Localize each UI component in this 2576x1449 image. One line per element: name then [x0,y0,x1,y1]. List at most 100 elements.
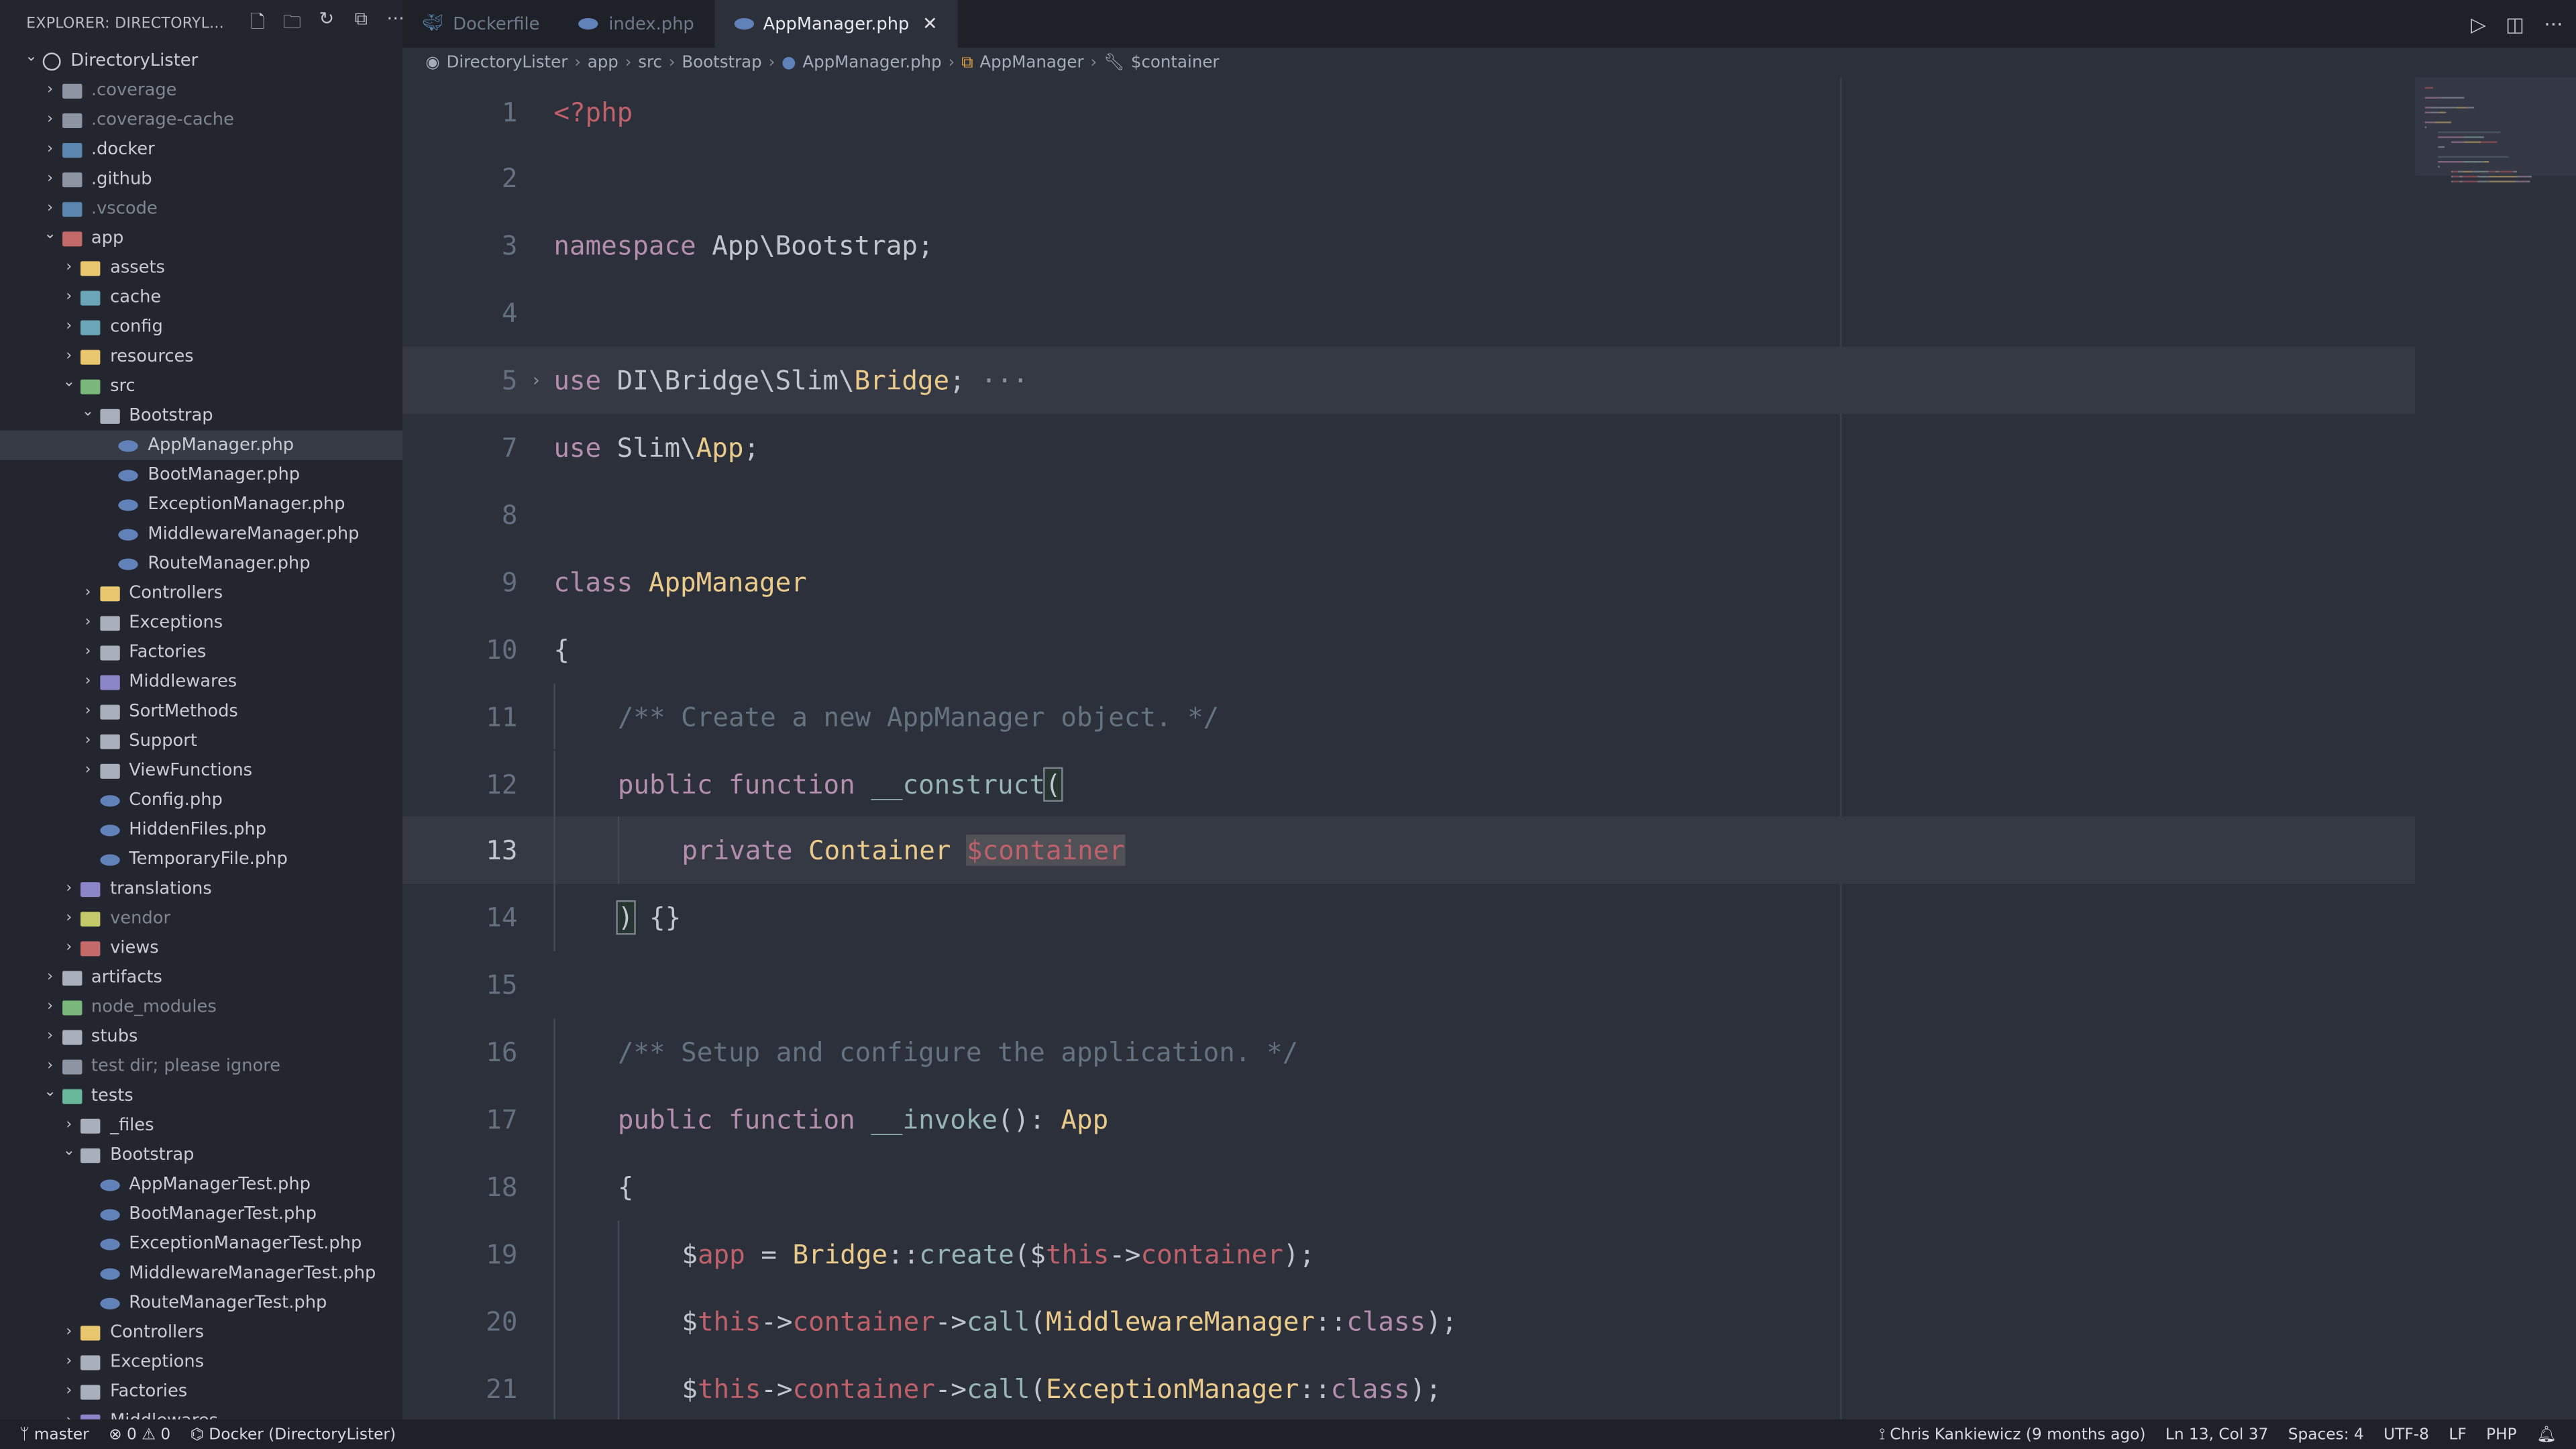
code-line[interactable]: 13 private Container $container [402,817,2416,885]
file-item[interactable]: ExceptionManager.php [0,490,402,519]
folder-item[interactable]: › views [0,933,402,963]
more-icon[interactable]: ··· [2544,12,2563,35]
folder-item[interactable]: › artifacts [0,963,402,992]
file-item[interactable]: AppManager.php [0,430,403,460]
breadcrumb-item[interactable]: src [638,54,662,72]
code-line[interactable]: 16 /** Setup and configure the applicatio… [402,1018,2415,1086]
file-item[interactable]: HiddenFiles.php [0,815,402,845]
code-line[interactable]: 1 <?php [402,78,2415,145]
breadcrumb-item[interactable]: AppManager.php [802,54,941,72]
chevron-right-icon[interactable]: › [61,1117,77,1133]
fold-chevron-icon[interactable]: › [531,370,541,391]
folder-item[interactable]: › Exceptions [0,1347,402,1377]
code-line[interactable]: 9 class AppManager [402,548,2415,615]
code-line[interactable]: 4 [402,280,2415,347]
folder-item[interactable]: › Middlewares [0,667,402,696]
folder-item[interactable]: ⌄ Bootstrap [0,401,402,431]
code-line[interactable]: 5 › use DI\Bridge\Slim\Bridge; ··· [402,346,2416,415]
code-line[interactable]: 19 $app = Bridge::create($this->container… [402,1220,2415,1288]
folder-item[interactable]: › _files [0,1111,402,1140]
file-item[interactable]: AppManagerTest.php [0,1170,402,1199]
refresh-icon[interactable]: ↻ [309,8,343,40]
run-debug-icon[interactable]: ▷ [2471,12,2486,35]
folder-item[interactable]: › Middlewares [0,1406,402,1419]
folder-item[interactable]: › .coverage-cache [0,105,402,135]
code-line[interactable]: 17 public function __invoke(): App [402,1085,2415,1153]
folder-item[interactable]: › stubs [0,1022,402,1051]
file-item[interactable]: BootManagerTest.php [0,1199,402,1229]
new-file-icon[interactable]: 🗋 [240,8,274,40]
close-icon[interactable]: ✕ [922,13,938,35]
file-item[interactable]: Config.php [0,786,402,815]
code-line[interactable]: 15 [402,951,2415,1018]
chevron-right-icon[interactable]: › [61,1383,77,1399]
minimap[interactable] [2415,77,2576,1419]
folder-item[interactable]: › assets [0,253,402,282]
folder-item[interactable]: › .vscode [0,194,402,223]
folder-item[interactable]: › Support [0,726,402,755]
chevron-right-icon[interactable]: › [42,201,58,217]
chevron-right-icon[interactable]: › [80,585,96,601]
chevron-right-icon[interactable]: › [61,881,77,897]
chevron-right-icon[interactable]: › [80,674,96,690]
chevron-right-icon[interactable]: › [42,1058,58,1074]
chevron-right-icon[interactable]: › [61,1324,77,1340]
chevron-right-icon[interactable]: › [61,348,77,364]
folder-item[interactable]: › Controllers [0,1318,402,1347]
folder-item[interactable]: › vendor [0,904,402,933]
folder-item[interactable]: ⌄ src [0,371,402,400]
breadcrumb-item[interactable]: Bootstrap [682,54,761,72]
chevron-down-icon[interactable]: ⌄ [61,374,77,390]
chevron-right-icon[interactable]: › [80,703,96,719]
folder-item[interactable]: › translations [0,874,402,904]
folder-item[interactable]: › .github [0,164,402,194]
language-mode[interactable]: PHP [2486,1426,2517,1444]
folder-item[interactable]: › Controllers [0,578,402,608]
code-line[interactable]: 7 use Slim\App; [402,414,2415,481]
cursor-position[interactable]: Ln 13, Col 37 [2165,1426,2268,1444]
code-line[interactable]: 18 { [402,1152,2415,1221]
chevron-down-icon[interactable]: ⌄ [42,1083,58,1099]
chevron-down-icon[interactable]: ⌄ [61,1142,77,1159]
chevron-right-icon[interactable]: › [61,289,77,305]
folder-item[interactable]: › ViewFunctions [0,756,402,786]
file-item[interactable]: RouteManagerTest.php [0,1288,402,1318]
chevron-right-icon[interactable]: › [42,112,58,128]
code-editor[interactable]: 1 <?php 2 3 namespace App\Bootstrap; 4 5 › use D… [402,77,2576,1419]
folder-item[interactable]: › Factories [0,637,402,667]
file-item[interactable]: TemporaryFile.php [0,845,402,874]
folder-item[interactable]: ⌄ app [0,223,402,253]
line-ending[interactable]: LF [2449,1426,2466,1444]
remote-indicator[interactable]: ⌬ Docker (DirectoryLister) [191,1426,396,1444]
code-line[interactable]: 14) {} [402,884,2415,952]
folder-item[interactable]: › Exceptions [0,608,402,637]
folder-item[interactable]: ⌄ tests [0,1081,402,1110]
tab-dockerfile[interactable]: 🐳︎ Dockerfile [402,0,559,48]
file-item[interactable]: MiddlewareManagerTest.php [0,1258,402,1288]
breadcrumb-item[interactable]: $container [1131,54,1220,72]
folder-item[interactable]: › cache [0,282,402,312]
code-line[interactable]: 12 public function __construct( [402,749,2415,818]
problems-indicator[interactable]: ⊗ 0 ⚠ 0 [109,1426,170,1444]
chevron-right-icon[interactable]: › [80,614,96,631]
tab-index-php[interactable]: index.php [559,0,714,48]
folder-item[interactable]: › test dir; please ignore [0,1051,402,1081]
code-line[interactable]: 3 namespace App\Bootstrap; [402,213,2415,280]
folder-item[interactable]: ⌄ Bootstrap [0,1140,402,1170]
folder-item[interactable]: › SortMethods [0,696,402,726]
chevron-right-icon[interactable]: › [80,644,96,660]
chevron-right-icon[interactable]: › [61,1413,77,1419]
breadcrumb-item[interactable]: AppManager [979,54,1083,72]
folder-item[interactable]: › .docker [0,135,402,164]
branch-indicator[interactable]: ᛘ master [19,1426,89,1444]
breadcrumb-item[interactable]: DirectoryLister [446,54,568,72]
breadcrumb-item[interactable]: app [588,54,619,72]
file-item[interactable]: RouteManager.php [0,549,402,578]
new-folder-icon[interactable]: 🗀 [275,8,309,40]
code-line[interactable]: 21 $this->container->call(ExceptionManage… [402,1354,2415,1419]
chevron-right-icon[interactable]: › [42,1028,58,1044]
file-item[interactable]: BootManager.php [0,460,402,490]
folder-item[interactable]: ⌄ DirectoryLister [0,46,402,76]
more-icon[interactable]: ··· [378,8,402,40]
chevron-right-icon[interactable]: › [61,940,77,956]
